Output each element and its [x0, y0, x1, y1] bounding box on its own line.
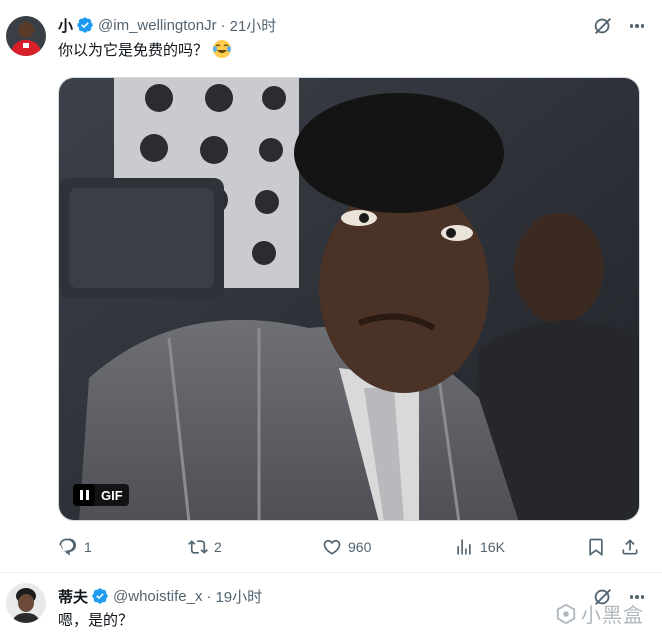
verified-badge-icon	[91, 587, 109, 605]
like-button[interactable]: 960	[322, 534, 371, 560]
user-handle[interactable]: @whoistife_x	[113, 588, 202, 605]
watermark-logo-icon	[556, 603, 576, 624]
tweet-text: 你以为它是免费的吗？	[58, 39, 232, 66]
reply-count: 1	[84, 539, 92, 555]
tweet-header: 小 @im_wellingtonJr · 21小时	[58, 14, 276, 36]
pause-icon[interactable]	[73, 484, 95, 506]
gif-label: GIF	[101, 487, 123, 503]
separator-dot: ·	[220, 16, 226, 34]
bookmark-button[interactable]	[586, 534, 606, 560]
verified-badge-icon	[76, 16, 94, 34]
gif-badge[interactable]: GIF	[73, 484, 129, 506]
joy-emoji-icon	[212, 40, 232, 63]
share-button[interactable]	[620, 534, 640, 560]
display-name[interactable]: 蒂夫	[58, 586, 88, 607]
tweet[interactable]: 小 @im_wellingtonJr · 21小时 你以为它是免费的吗？ GIF…	[0, 0, 662, 572]
views-count: 16K	[480, 539, 505, 555]
reply-button[interactable]: 1	[58, 534, 92, 560]
avatar[interactable]	[6, 16, 46, 56]
user-handle[interactable]: @im_wellingtonJr	[98, 17, 217, 34]
share-icon	[622, 539, 638, 555]
reply-icon	[59, 538, 77, 556]
watermark-text: 小黑盒	[581, 605, 644, 627]
display-name[interactable]: 小	[58, 15, 73, 36]
grok-icon[interactable]	[592, 15, 614, 37]
timestamp[interactable]: 21小时	[230, 15, 277, 36]
timestamp[interactable]: 19小时	[215, 586, 262, 607]
bookmark-icon	[589, 538, 603, 557]
action-bar: 1 2 960 16K	[58, 534, 648, 560]
tweet-header: 蒂夫 @whoistife_x · 19小时	[58, 585, 262, 607]
more-icon[interactable]	[626, 15, 648, 37]
gif-frame	[59, 78, 639, 520]
retweet-count: 2	[214, 539, 222, 555]
tweet-text: 嗯，是的？	[58, 612, 134, 629]
like-count: 960	[348, 539, 372, 555]
separator-dot: ·	[206, 587, 212, 605]
views-button[interactable]: 16K	[454, 534, 505, 560]
retweet-icon	[188, 540, 208, 554]
watermark: 小黑盒	[555, 599, 644, 628]
tweet-text-content: 你以为它是免费的吗？	[58, 42, 209, 59]
gif-media[interactable]: GIF	[58, 77, 640, 521]
like-icon	[323, 539, 341, 555]
retweet-button[interactable]: 2	[188, 534, 222, 560]
views-icon	[457, 539, 471, 555]
avatar[interactable]	[6, 583, 46, 623]
